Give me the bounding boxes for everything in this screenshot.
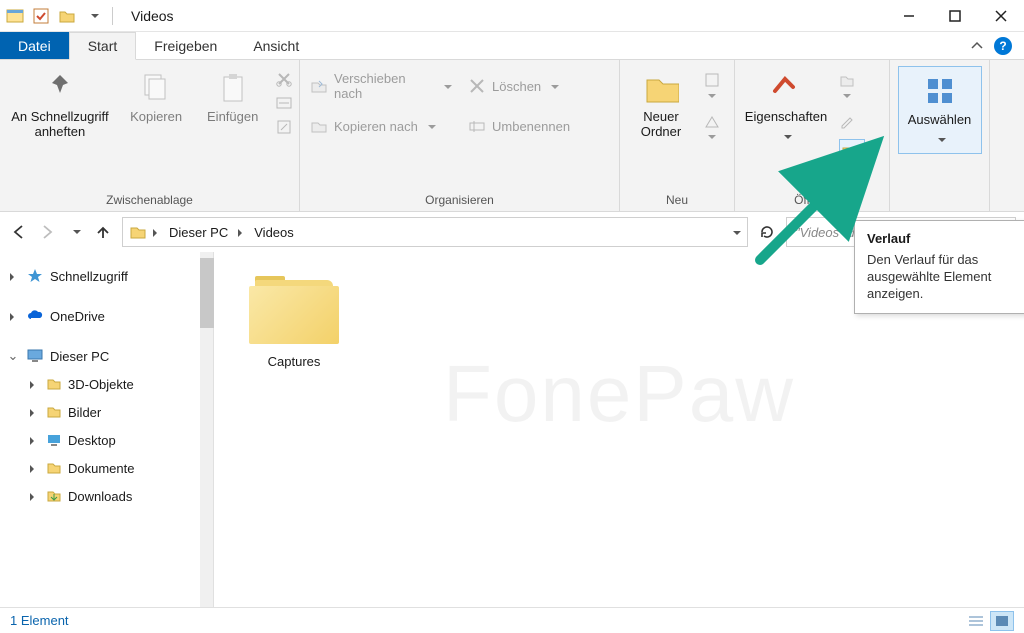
titlebar: Videos [0, 0, 1024, 32]
pc-icon [26, 347, 44, 365]
select-button[interactable]: Auswählen [898, 66, 982, 154]
help-icon[interactable]: ? [994, 37, 1012, 55]
ribbon: An Schnellzugriff anheften Kopieren Einf… [0, 60, 1024, 212]
forward-button[interactable] [36, 221, 58, 243]
folder-item[interactable]: Captures [234, 276, 354, 369]
status-count: 1 Element [10, 613, 69, 628]
qat-customize-icon[interactable] [82, 5, 104, 27]
star-icon [26, 267, 44, 285]
group-label-organize: Organisieren [306, 191, 613, 211]
recent-locations-button[interactable] [64, 221, 86, 243]
paste-shortcut-icon[interactable] [275, 118, 293, 136]
nav-tree[interactable]: Schnellzugriff OneDrive ⌄ Dieser PC 3D-O… [0, 252, 200, 607]
tooltip-body: Den Verlauf für das ausgewählte Element … [867, 252, 1024, 303]
history-button[interactable] [839, 139, 865, 165]
tooltip: Verlauf Den Verlauf für das ausgewählte … [854, 220, 1024, 314]
videos-icon [129, 223, 147, 241]
copy-to-button[interactable]: Kopieren nach [306, 114, 456, 138]
copy-button[interactable]: Kopieren [122, 66, 191, 125]
watermark: FonePaw [443, 348, 795, 440]
collapse-ribbon-icon[interactable] [970, 39, 984, 53]
app-icon [4, 5, 26, 27]
breadcrumb-item[interactable]: Dieser PC [165, 225, 232, 240]
tree-quick-access[interactable]: Schnellzugriff [4, 262, 196, 290]
move-to-icon [310, 77, 328, 95]
address-dropdown-icon[interactable] [729, 225, 741, 240]
paste-icon [215, 70, 251, 106]
back-button[interactable] [8, 221, 30, 243]
qat-properties-icon[interactable] [30, 5, 52, 27]
refresh-button[interactable] [756, 221, 778, 243]
window-title: Videos [121, 8, 886, 24]
folder-icon [249, 276, 339, 346]
up-button[interactable] [92, 221, 114, 243]
tree-scrollbar[interactable] [200, 252, 214, 607]
group-label-new: Neu [626, 191, 728, 211]
tree-child[interactable]: 3D-Objekte [4, 370, 196, 398]
group-label-open: Öffnen [741, 191, 883, 211]
breadcrumb-item[interactable]: Videos [250, 225, 298, 240]
new-item-icon[interactable] [704, 72, 720, 103]
close-button[interactable] [978, 0, 1024, 32]
delete-button[interactable]: Löschen [464, 74, 604, 98]
paste-button[interactable]: Einfügen [198, 66, 267, 125]
folder-label: Captures [234, 354, 354, 369]
tree-this-pc[interactable]: ⌄ Dieser PC [4, 342, 196, 370]
select-icon [922, 73, 958, 109]
easy-access-icon[interactable] [704, 113, 720, 144]
properties-icon [768, 70, 804, 106]
tab-share[interactable]: Freigeben [136, 32, 235, 59]
breadcrumb[interactable]: Dieser PC Videos [122, 217, 748, 247]
group-label-clipboard: Zwischenablage [6, 191, 293, 211]
maximize-button[interactable] [932, 0, 978, 32]
tab-file[interactable]: Datei [0, 32, 69, 59]
tree-child[interactable]: Dokumente [4, 454, 196, 482]
ribbon-tabs: Datei Start Freigeben Ansicht ? [0, 32, 1024, 60]
tree-child[interactable]: Bilder [4, 398, 196, 426]
tree-onedrive[interactable]: OneDrive [4, 302, 196, 330]
details-view-button[interactable] [964, 611, 988, 631]
folder-icon [46, 376, 62, 392]
tab-start[interactable]: Start [69, 32, 137, 60]
group-label-select [896, 191, 983, 211]
new-folder-button[interactable]: Neuer Ordner [626, 66, 696, 140]
tab-view[interactable]: Ansicht [235, 32, 317, 59]
move-to-button[interactable]: Verschieben nach [306, 74, 456, 98]
minimize-button[interactable] [886, 0, 932, 32]
copy-to-icon [310, 117, 328, 135]
tree-child[interactable]: Desktop [4, 426, 196, 454]
rename-button[interactable]: Umbenennen [464, 114, 604, 138]
desktop-icon [46, 432, 62, 448]
open-icon[interactable] [839, 72, 865, 103]
properties-button[interactable]: Eigenschaften [741, 66, 831, 144]
delete-icon [468, 77, 486, 95]
status-bar: 1 Element [0, 607, 1024, 633]
pin-icon [42, 70, 78, 106]
cloud-icon [26, 307, 44, 325]
cut-icon[interactable] [275, 70, 293, 88]
pin-quickaccess-button[interactable]: An Schnellzugriff anheften [6, 66, 114, 140]
copy-icon [138, 70, 174, 106]
new-folder-icon [643, 70, 679, 106]
folder-icon [46, 488, 62, 504]
folder-icon [46, 404, 62, 420]
copy-path-icon[interactable] [275, 94, 293, 112]
folder-icon [46, 460, 62, 476]
qat-folder-icon[interactable] [56, 5, 78, 27]
tree-child[interactable]: Downloads [4, 482, 196, 510]
edit-icon[interactable] [839, 113, 865, 129]
large-icons-view-button[interactable] [990, 611, 1014, 631]
rename-icon [468, 117, 486, 135]
tooltip-title: Verlauf [867, 231, 1024, 246]
